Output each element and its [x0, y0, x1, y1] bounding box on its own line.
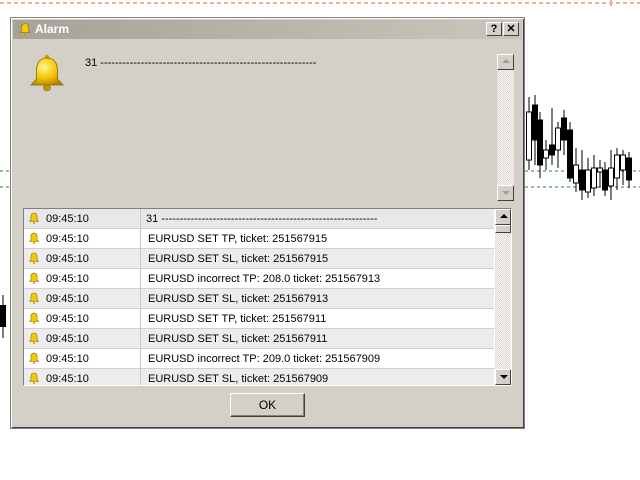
log-time: 09:45:10 — [46, 313, 89, 325]
title-bar[interactable]: Alarm ? ✕ — [13, 20, 522, 39]
candle — [543, 140, 549, 170]
candle — [597, 160, 603, 188]
column-divider — [140, 309, 141, 329]
log-text: EURUSD incorrect TP: 209.0 ticket: 25156… — [148, 353, 381, 365]
log-text: EURUSD SET TP, ticket: 251567915 — [148, 233, 328, 245]
column-divider — [140, 289, 141, 309]
log-time: 09:45:10 — [46, 293, 89, 305]
log-time: 09:45:10 — [46, 353, 89, 365]
log-text: EURUSD SET SL, ticket: 251567911 — [148, 333, 328, 345]
column-divider — [140, 229, 141, 249]
log-text: 31 -------------------------------------… — [146, 213, 378, 225]
list-item[interactable]: 09:45:10 EURUSD incorrect TP: 209.0 tick… — [24, 349, 494, 369]
candles — [526, 95, 632, 200]
message-scrollbar[interactable] — [497, 54, 514, 201]
candle — [591, 155, 597, 196]
column-divider — [140, 269, 141, 289]
column-divider — [140, 249, 141, 269]
log-time: 09:45:10 — [46, 233, 89, 245]
list-item[interactable]: 09:45:10 EURUSD SET TP, ticket: 25156791… — [24, 309, 494, 329]
log-time: 09:45:10 — [46, 213, 89, 225]
log-text: EURUSD SET TP, ticket: 251567911 — [148, 313, 327, 325]
candle — [561, 110, 567, 155]
arrow-up-icon — [500, 214, 508, 218]
list-item[interactable]: 09:45:10 EURUSD incorrect TP: 208.0 tick… — [24, 269, 494, 289]
alarm-dialog: Alarm ? ✕ 31 ---------------------------… — [10, 17, 525, 429]
bell-icon — [28, 312, 40, 324]
candle — [573, 148, 579, 192]
candle — [555, 122, 561, 168]
candle — [537, 112, 543, 178]
log-text: EURUSD SET SL, ticket: 251567913 — [148, 293, 329, 305]
log-time: 09:45:10 — [46, 273, 89, 285]
arrow-up-icon — [502, 59, 510, 63]
scroll-down-button[interactable] — [495, 369, 511, 385]
column-divider — [140, 349, 141, 369]
list-item[interactable]: 09:45:10 EURUSD SET SL, ticket: 25156790… — [24, 369, 494, 385]
bell-icon — [28, 252, 40, 264]
log-time: 09:45:10 — [46, 253, 89, 265]
scroll-thumb[interactable] — [495, 225, 511, 233]
candle — [620, 150, 626, 185]
bell-icon — [28, 292, 40, 304]
alarm-log-list[interactable]: 09:45:10 31 ----------------------------… — [23, 208, 512, 386]
window-title: Alarm — [35, 22, 70, 36]
bell-icon — [28, 352, 40, 364]
candle — [608, 150, 614, 200]
list-item[interactable]: 09:45:10 EURUSD SET TP, ticket: 25156791… — [24, 229, 494, 249]
help-button[interactable]: ? — [486, 22, 502, 36]
list-item[interactable]: 09:45:10 31 ----------------------------… — [24, 209, 494, 229]
scroll-up-button[interactable] — [497, 54, 514, 70]
list-item[interactable]: 09:45:10 EURUSD SET SL, ticket: 25156791… — [24, 329, 494, 349]
log-time: 09:45:10 — [46, 373, 89, 385]
candle — [626, 152, 632, 188]
ok-button[interactable]: OK — [230, 393, 305, 417]
arrow-down-icon — [502, 191, 510, 195]
alarm-message: 31 -------------------------------------… — [85, 57, 317, 69]
candle — [602, 162, 608, 196]
candle — [526, 97, 532, 170]
arrow-down-icon — [500, 375, 508, 379]
scroll-down-button[interactable] — [497, 185, 514, 201]
list-item[interactable]: 09:45:10 EURUSD SET SL, ticket: 25156791… — [24, 249, 494, 269]
candle — [567, 122, 573, 182]
log-time: 09:45:10 — [46, 333, 89, 345]
bell-icon — [28, 272, 40, 284]
bell-icon — [28, 332, 40, 344]
bell-icon — [19, 23, 31, 35]
column-divider — [140, 209, 141, 229]
list-scrollbar[interactable] — [495, 209, 511, 385]
column-divider — [140, 369, 141, 385]
bell-icon — [28, 212, 40, 224]
candle — [532, 95, 538, 165]
bell-icon — [28, 372, 40, 384]
scroll-up-button[interactable] — [495, 209, 511, 225]
list-item[interactable]: 09:45:10 EURUSD SET SL, ticket: 25156791… — [24, 289, 494, 309]
bell-icon — [28, 232, 40, 244]
bell-icon — [30, 54, 64, 92]
candle — [549, 108, 555, 165]
column-divider — [140, 329, 141, 349]
close-button[interactable]: ✕ — [503, 22, 519, 36]
log-text: EURUSD incorrect TP: 208.0 ticket: 25156… — [148, 273, 381, 285]
candle — [614, 148, 620, 190]
left-candle — [0, 295, 6, 338]
candle — [579, 150, 585, 200]
log-text: EURUSD SET SL, ticket: 251567915 — [148, 253, 329, 265]
candle — [585, 158, 591, 198]
log-text: EURUSD SET SL, ticket: 251567909 — [148, 373, 329, 385]
